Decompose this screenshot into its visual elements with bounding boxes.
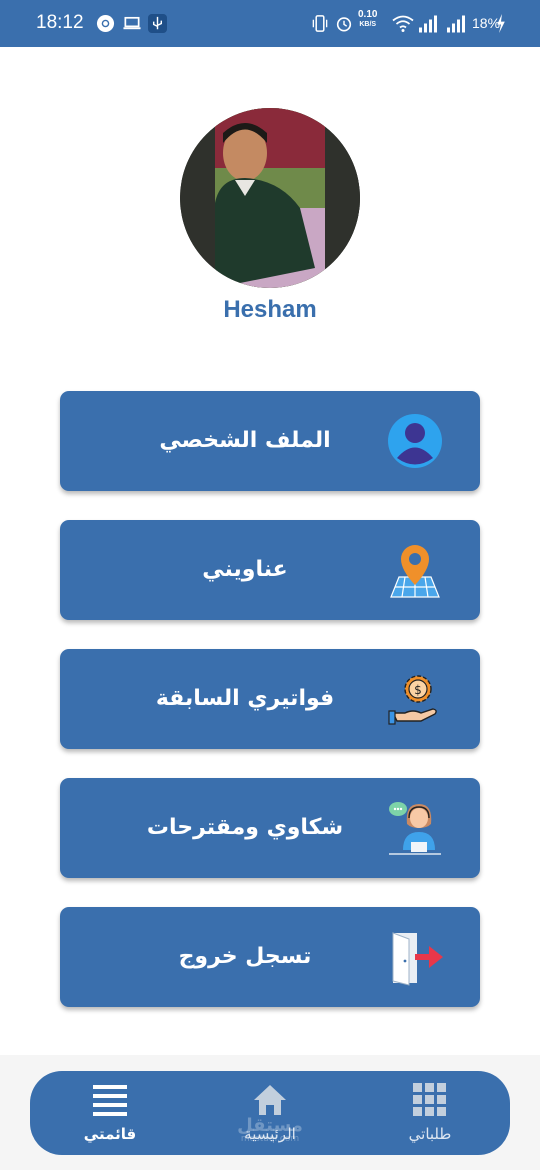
nav-my-list[interactable]: قائمتي xyxy=(55,1071,165,1155)
svg-text:$: $ xyxy=(414,683,422,697)
status-time: 18:12 xyxy=(36,12,84,33)
home-icon xyxy=(254,1085,286,1115)
logout-door-icon xyxy=(392,932,443,986)
nav-my-orders[interactable]: طلباتي xyxy=(375,1071,485,1155)
profile-photo xyxy=(180,108,360,288)
vibrate-icon xyxy=(312,15,328,32)
avatar[interactable] xyxy=(180,108,360,288)
laptop-icon xyxy=(123,16,141,30)
nav-my-list-label: قائمتي xyxy=(83,1125,137,1143)
support-agent-icon xyxy=(389,802,441,855)
menu-addresses-button[interactable]: عناويني xyxy=(60,520,480,620)
nav-home[interactable]: الرئيسية xyxy=(215,1071,325,1155)
menu-profile-label: الملف الشخصي xyxy=(159,428,331,453)
nav-my-orders-label: طلباتي xyxy=(408,1125,452,1143)
alarm-icon xyxy=(336,17,352,32)
menu-complaints-label: شكاوي ومقترحات xyxy=(146,815,344,840)
network-speed: 0.10 KB/S xyxy=(358,10,377,30)
payment-hand-icon: $ xyxy=(388,675,437,725)
wifi-icon xyxy=(392,15,414,32)
menu-logout-button[interactable]: تسجل خروج xyxy=(60,907,480,1007)
signal-icon xyxy=(419,15,437,33)
hamburger-icon xyxy=(93,1085,127,1116)
menu-invoices-label: فواتيري السابقة xyxy=(155,686,335,711)
menu-addresses-label: عناويني xyxy=(202,557,288,582)
nav-home-label: الرئيسية xyxy=(244,1125,296,1143)
bottom-navigation: قائمتي الرئيسية طلباتي xyxy=(30,1071,510,1155)
location-map-icon xyxy=(390,545,440,598)
menu-logout-label: تسجل خروج xyxy=(178,944,312,969)
status-bar: 18:12 0.10 KB/S 18% xyxy=(0,0,540,47)
signal-icon-2 xyxy=(447,15,465,33)
charging-icon xyxy=(497,14,505,33)
usb-icon xyxy=(148,14,167,33)
menu-profile-button[interactable]: الملف الشخصي xyxy=(60,391,480,491)
user-icon xyxy=(388,414,442,468)
speed-unit: KB/S xyxy=(359,21,377,28)
menu-complaints-button[interactable]: شكاوي ومقترحات xyxy=(60,778,480,878)
speed-value: 0.10 xyxy=(358,9,378,20)
menu-invoices-button[interactable]: فواتيري السابقة $ xyxy=(60,649,480,749)
user-name: Hesham xyxy=(223,296,317,323)
chrome-icon xyxy=(96,14,115,33)
grid-icon xyxy=(413,1083,446,1116)
